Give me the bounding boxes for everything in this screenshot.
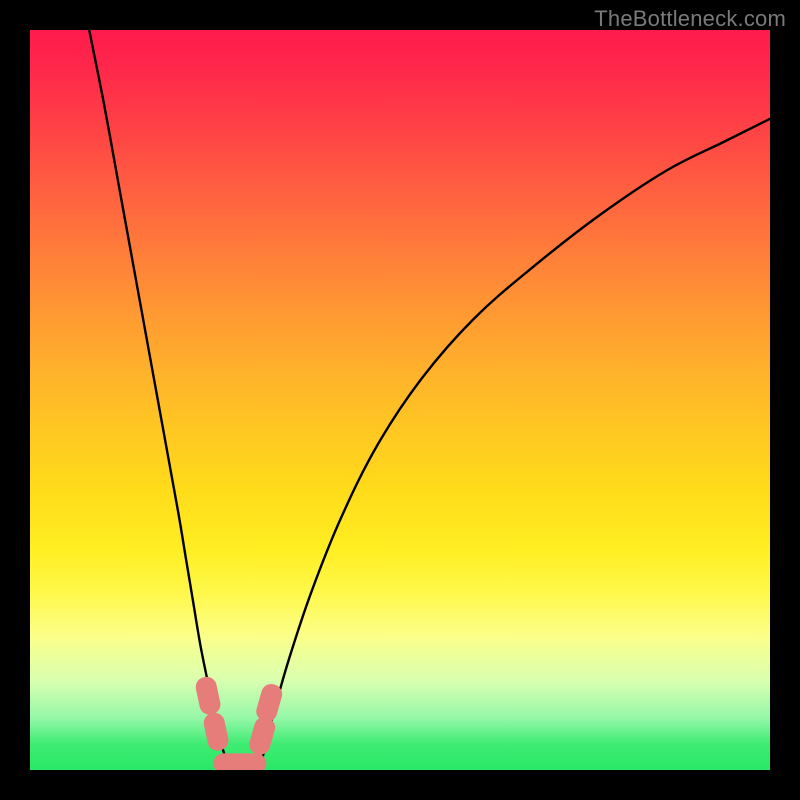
marker-bottom-seg [214,754,267,770]
watermark-text: TheBottleneck.com [594,6,786,32]
outer-frame: TheBottleneck.com [0,0,800,800]
curve-right-branch [259,119,770,770]
curve-layer [30,30,770,770]
plot-area [30,30,770,770]
curve-left-branch [89,30,230,770]
